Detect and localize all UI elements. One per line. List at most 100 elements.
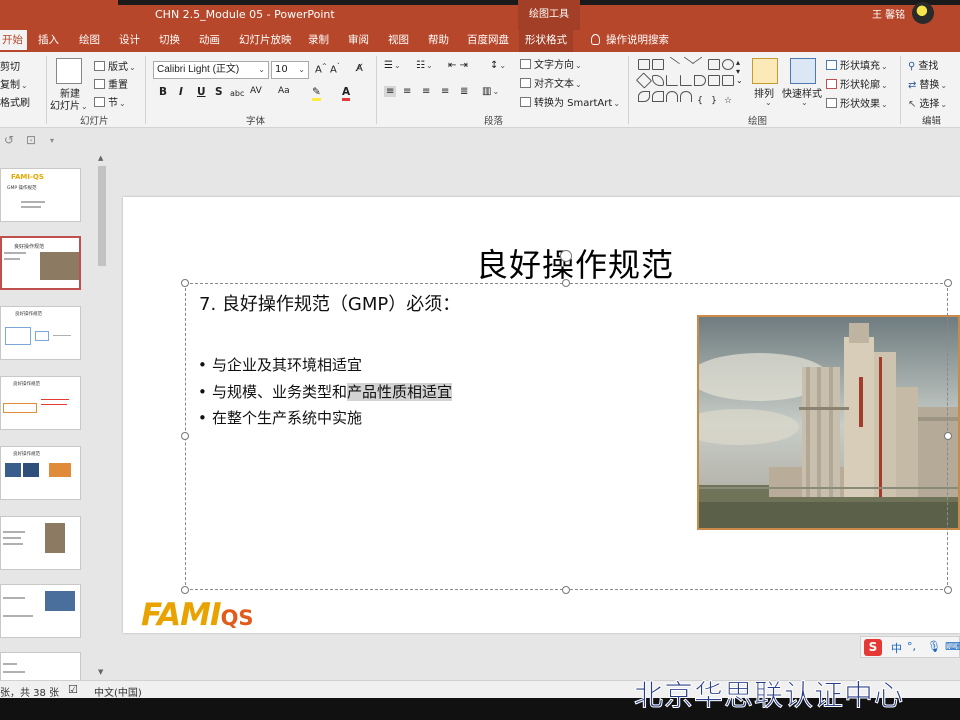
list-item[interactable]: 与企业及其环境相适宜 <box>198 352 452 379</box>
ribbon-tabs: 开始 插入 绘图 设计 切换 动画 幻灯片放映 录制 审阅 视图 帮助 百度网盘… <box>0 30 960 52</box>
tab-review[interactable]: 审阅 <box>348 30 369 52</box>
tab-draw[interactable]: 绘图 <box>79 30 100 52</box>
section-button[interactable]: 节⌄ <box>94 94 126 109</box>
new-slide-label2[interactable]: 幻灯片⌄ <box>50 97 88 112</box>
resize-handle-tl[interactable] <box>181 279 189 287</box>
smartart-icon <box>520 97 531 107</box>
undo-icon[interactable]: ↺ <box>4 133 14 147</box>
bullets-icon[interactable]: ☰⌄ <box>384 60 401 71</box>
spellcheck-icon[interactable]: ☑ <box>68 683 78 696</box>
ime-mode-label[interactable]: 中 <box>891 640 902 656</box>
align-right-icon[interactable]: ≡ <box>422 86 430 97</box>
numbering-icon[interactable]: ☷⌄ <box>416 60 433 71</box>
resize-handle-bl[interactable] <box>181 586 189 594</box>
change-case-button[interactable]: Aa <box>278 86 290 96</box>
tab-insert[interactable]: 插入 <box>38 30 59 52</box>
keyboard-icon[interactable]: ⌨ <box>945 640 960 653</box>
slide-title[interactable]: 良好操作规范 <box>476 240 674 286</box>
convert-smartart-button[interactable]: 转换为 SmartArt⌄ <box>520 94 620 109</box>
scroll-up-icon[interactable]: ▲ <box>98 154 103 162</box>
punctuation-icon[interactable]: °, <box>907 640 916 653</box>
list-item[interactable]: 在整个生产系统中实施 <box>198 405 452 432</box>
user-name[interactable]: 王 馨铭 <box>872 6 905 21</box>
strikethrough-button[interactable]: S <box>215 86 223 98</box>
slide-thumbnail-5[interactable]: 良好操作规范 <box>0 446 81 500</box>
find-button[interactable]: ⚲ 查找 <box>908 57 938 72</box>
align-center-icon[interactable]: ≡ <box>403 86 411 97</box>
customize-qat-icon[interactable]: ▾ <box>50 136 54 145</box>
justify-icon[interactable]: ≡ <box>441 86 449 97</box>
align-text-button[interactable]: 对齐文本⌄ <box>520 75 582 90</box>
scrollbar-thumb[interactable] <box>98 166 106 266</box>
resize-handle-tr[interactable] <box>944 279 952 287</box>
tab-baidu-netdisk[interactable]: 百度网盘 <box>467 30 509 52</box>
slide-thumbnail-6[interactable] <box>0 516 81 570</box>
bold-button[interactable]: B <box>159 86 167 98</box>
bullet-list[interactable]: 与企业及其环境相适宜 与规模、业务类型和产品性质相适宜 在整个生产系统中实施 <box>198 352 453 432</box>
tab-home[interactable]: 开始 <box>0 30 27 52</box>
tab-slideshow[interactable]: 幻灯片放映 <box>239 30 292 52</box>
shape-outline-button[interactable]: 形状轮廓⌄ <box>826 76 888 91</box>
list-item[interactable]: 与规模、业务类型和产品性质相适宜 <box>198 379 453 406</box>
underline-button[interactable]: U <box>197 86 206 98</box>
distributed-icon[interactable]: ≣ <box>460 86 468 97</box>
font-name-select[interactable]: Calibri Light (正文) ⌄ <box>153 61 269 79</box>
font-color-icon[interactable]: A <box>342 86 351 101</box>
content-textbox-selection[interactable] <box>185 283 948 590</box>
tab-record[interactable]: 录制 <box>308 30 329 52</box>
columns-icon[interactable]: ▥⌄ <box>482 86 499 97</box>
align-left-icon[interactable]: ≡ <box>384 86 397 97</box>
resize-handle-t[interactable] <box>562 279 570 287</box>
tab-transitions[interactable]: 切换 <box>159 30 180 52</box>
shape-fill-button[interactable]: 形状填充⌄ <box>826 57 888 72</box>
microphone-icon[interactable]: 🎙 <box>927 640 941 653</box>
italic-button[interactable]: I <box>179 86 183 98</box>
slide-thumbnail-1[interactable]: FAMI-QS GMP 操作规范 <box>0 168 81 222</box>
tab-help[interactable]: 帮助 <box>428 30 449 52</box>
thumbnail-scrollbar[interactable]: ▲ ▼ <box>96 152 108 680</box>
tab-view[interactable]: 视图 <box>388 30 409 52</box>
layout-button[interactable]: 版式⌄ <box>94 58 136 73</box>
slide-thumbnail-pane: FAMI-QS GMP 操作规范 良好操作规范 良好操作规范 良好操作规范 良好… <box>0 152 110 680</box>
resize-handle-b[interactable] <box>562 586 570 594</box>
slide-thumbnail-7[interactable] <box>0 584 81 638</box>
shapes-more-icon[interactable]: ▴ ▾ ⌄ <box>736 58 743 85</box>
tab-shape-format[interactable]: 形状格式 <box>519 30 573 52</box>
resize-handle-r[interactable] <box>944 432 952 440</box>
highlight-icon[interactable]: ✎ <box>312 86 321 101</box>
tell-me-search[interactable]: 操作说明搜索 <box>591 30 669 52</box>
resize-handle-l[interactable] <box>181 432 189 440</box>
cursor-icon: ↖ <box>908 99 917 110</box>
clear-format-icon[interactable]: A̸ <box>356 63 363 74</box>
reset-button[interactable]: 重置 <box>94 76 128 91</box>
line-spacing-icon[interactable]: ↕⌄ <box>490 60 506 71</box>
ime-toolbar[interactable]: S 中 °, 🎙 ⌨ <box>860 636 960 658</box>
language-indicator[interactable]: 中文(中国) <box>94 684 142 699</box>
rotate-handle[interactable] <box>560 250 572 262</box>
slide-thumbnail-3[interactable]: 良好操作规范 <box>0 306 81 360</box>
indent-icons[interactable]: ⇤ ⇥ <box>448 60 468 71</box>
replace-button[interactable]: ⇄ 替换⌄ <box>908 76 947 91</box>
select-button[interactable]: ↖ 选择⌄ <box>908 95 947 110</box>
slide-thumbnail-2-current[interactable]: 良好操作规范 <box>0 236 81 290</box>
shape-effects-button[interactable]: 形状效果⌄ <box>826 95 888 110</box>
presenter-icon[interactable]: ⊡ <box>26 133 36 147</box>
avatar[interactable] <box>912 2 934 24</box>
tab-design[interactable]: 设计 <box>119 30 140 52</box>
slide-thumbnail-4[interactable]: 良好操作规范 <box>0 376 81 430</box>
char-shadow-button[interactable]: abc <box>230 89 244 98</box>
tab-animations[interactable]: 动画 <box>199 30 220 52</box>
shapes-gallery[interactable]: {} ☆ <box>635 56 744 106</box>
cut-button[interactable]: 剪切 <box>0 58 20 73</box>
section-icon <box>94 97 105 107</box>
copy-button[interactable]: 复制⌄ <box>0 76 28 91</box>
text-direction-button[interactable]: 文字方向⌄ <box>520 56 582 71</box>
content-heading[interactable]: 7. 良好操作规范（GMP）必须： <box>199 290 460 316</box>
scroll-down-icon[interactable]: ▼ <box>98 668 103 676</box>
slide-thumbnail-8[interactable] <box>0 652 81 680</box>
resize-handle-br[interactable] <box>944 586 952 594</box>
char-spacing-button[interactable]: AV <box>250 86 262 96</box>
font-size-select[interactable]: 10 ⌄ <box>271 61 309 79</box>
grow-font-button[interactable]: A^ Aˇ <box>315 63 340 75</box>
format-painter-button[interactable]: 格式刷 <box>0 94 30 109</box>
